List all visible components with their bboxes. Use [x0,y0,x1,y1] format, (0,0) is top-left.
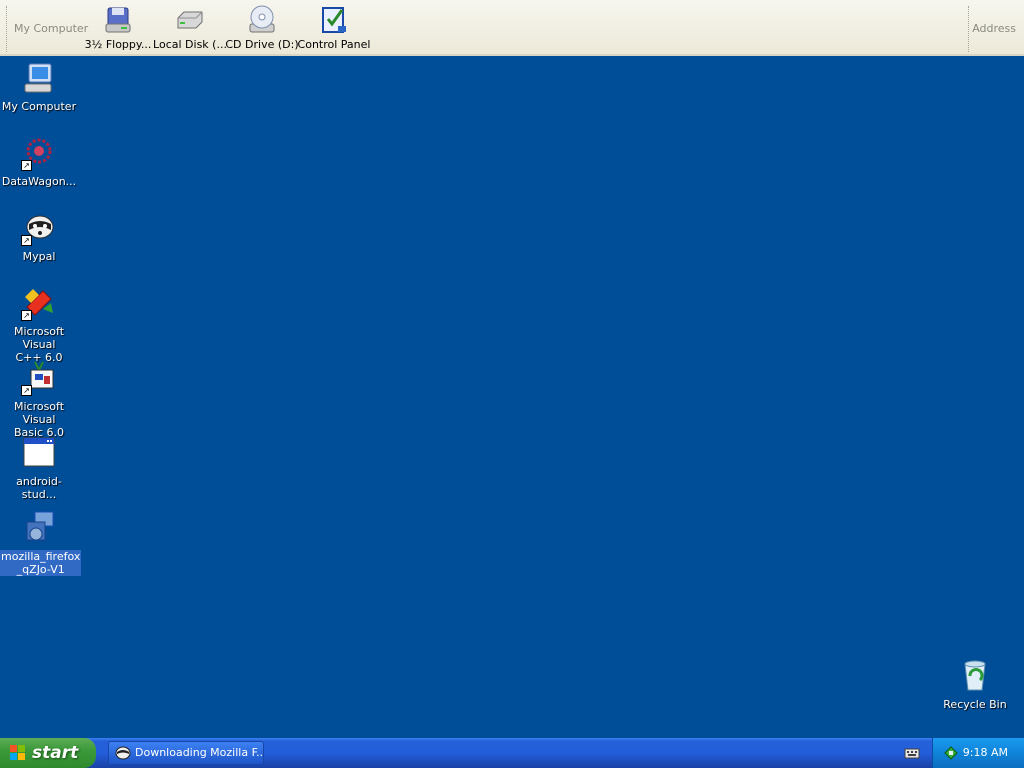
cd-drive-icon [249,5,275,33]
desktop-icon-label: DataWagon... [1,175,77,188]
window-icon [23,437,55,467]
desktop-icon-my-computer[interactable]: My Computer [0,60,78,113]
shortcut-arrow-icon: ↗ [21,235,32,246]
taskbar: start Downloading Mozilla F... 9:18 AM [0,738,1024,768]
my-computer-toolbar: My Computer 3½ Floppy... Local Disk (...… [0,0,1024,56]
toolbar-grip[interactable] [6,6,10,52]
desktop-icon-label-line: Microsoft Visual [13,325,65,351]
desktop-icon-mypal[interactable]: ↗ Mypal [0,210,78,263]
floppy-icon [105,7,131,33]
desktop-icon-label: Mypal [22,250,56,263]
hard-disk-icon [177,11,203,29]
toolbar-item-label: Local Disk (... [153,38,227,51]
desktop-icon-label-line: Microsoft Visual [13,400,65,426]
installer-icon [26,511,54,541]
desktop-icon-mozilla-firefox-installer[interactable]: mozilla_firefox _qZJo-V1 [0,510,82,576]
keyboard-icon[interactable] [904,746,920,760]
toolbar-item-local-disk[interactable]: Local Disk (... [150,4,230,51]
toolbar-item-label: 3½ Floppy... [84,38,152,51]
start-label: start [32,743,79,763]
control-panel-icon [322,7,346,33]
shortcut-arrow-icon: ↗ [21,160,32,171]
desktop-icon-label: Recycle Bin [943,698,1007,711]
desktop-icon-recycle-bin[interactable]: Recycle Bin [936,658,1014,711]
address-label[interactable]: Address [972,22,1016,35]
desktop-icon-datawagon[interactable]: ↗ DataWagon... [0,135,78,188]
network-icon[interactable] [943,745,959,761]
shortcut-arrow-icon: ↗ [21,310,32,321]
desktop-icon-visual-cpp[interactable]: ↗ Microsoft Visual C++ 6.0 [0,285,78,364]
recycle-bin-icon [964,660,986,691]
taskbar-button-downloading[interactable]: Downloading Mozilla F... [108,741,264,765]
desktop-icon-label-line: _qZJo-V1 [16,563,65,576]
system-tray: 9:18 AM [932,738,1024,768]
desktop-icon-label: Microsoft Visual Basic 6.0 [0,400,78,439]
desktop-icon-label: Microsoft Visual C++ 6.0 [0,325,78,364]
desktop-icon-android-studio[interactable]: android-stud... [0,435,78,501]
toolbar-item-label: Control Panel [297,38,371,51]
toolbar-item-cd-drive[interactable]: CD Drive (D:) [222,4,302,51]
desktop-icon-label: mozilla_firefox _qZJo-V1 [0,550,82,576]
desktop-icon-label-line: mozilla_firefox [1,550,81,563]
clock[interactable]: 9:18 AM [963,746,1008,759]
start-button[interactable]: start [0,738,96,768]
desktop-icon-label: My Computer [1,100,77,113]
toolbar-item-floppy[interactable]: 3½ Floppy... [78,4,158,51]
mypal-icon [115,746,131,760]
desktop-icon-label: android-stud... [16,475,62,501]
my-computer-icon [24,63,52,93]
windows-logo-icon [10,745,25,760]
toolbar-item-label: CD Drive (D:) [225,38,299,51]
desktop-icon-visual-basic[interactable]: ↗ Microsoft Visual Basic 6.0 [0,360,78,439]
taskbar-button-label: Downloading Mozilla F... [135,746,264,759]
shortcut-arrow-icon: ↗ [21,385,32,396]
toolbar-item-control-panel[interactable]: Control Panel [294,4,374,51]
